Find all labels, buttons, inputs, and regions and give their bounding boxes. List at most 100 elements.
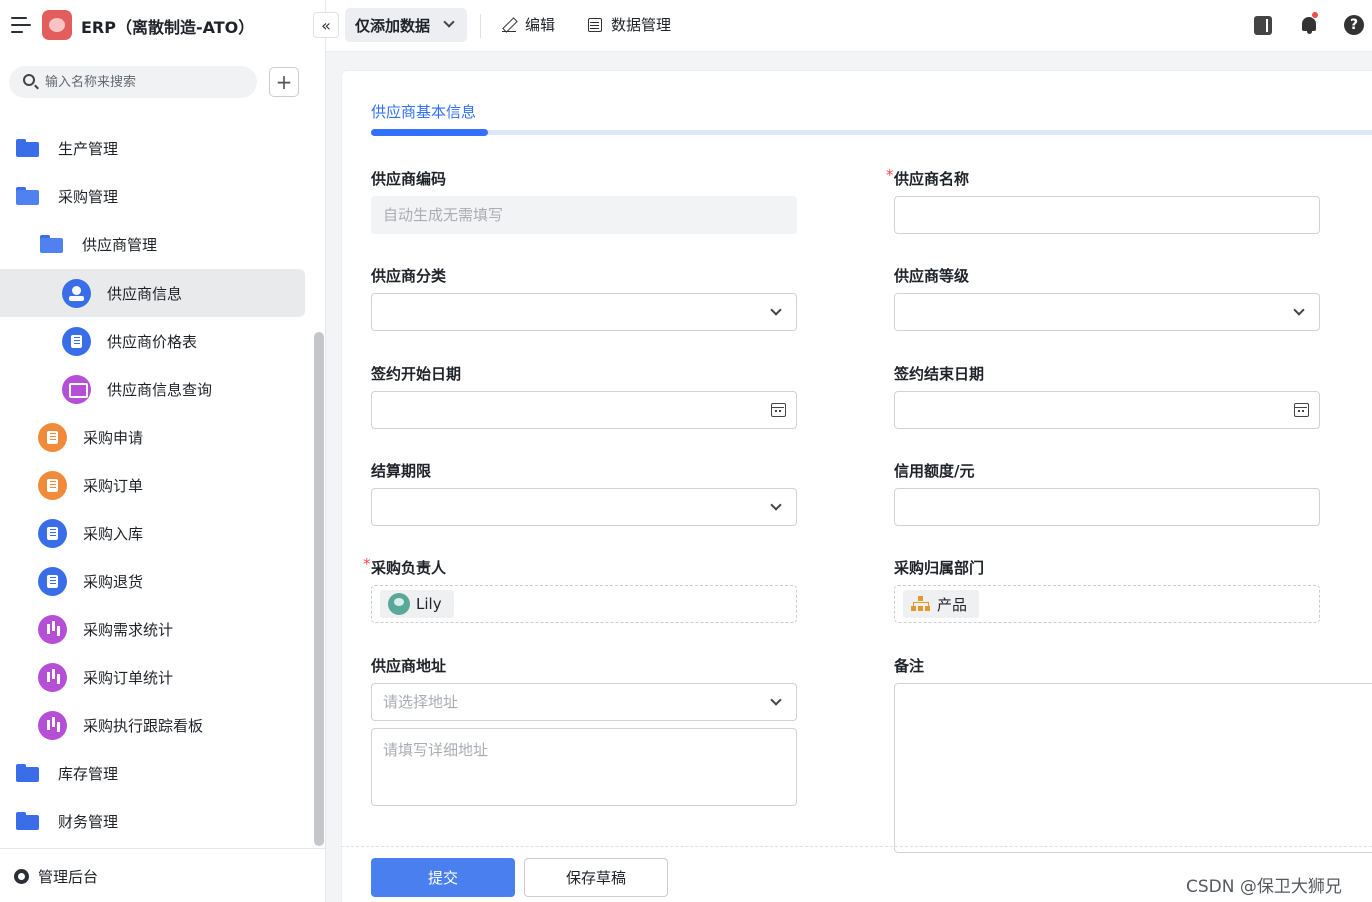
remark-input[interactable] bbox=[895, 684, 1372, 852]
address-detail-field bbox=[371, 728, 797, 806]
sidebar-item-purchase-request[interactable]: 采购申请 bbox=[0, 413, 305, 461]
supplier-name-input[interactable] bbox=[895, 197, 1319, 233]
sidebar-item-purchase-order[interactable]: 采购订单 bbox=[0, 461, 305, 509]
sidebar-item-supplier-price[interactable]: 供应商价格表 bbox=[0, 317, 305, 365]
edit-button[interactable]: 编辑 bbox=[502, 14, 555, 35]
gear-icon bbox=[14, 869, 29, 884]
admin-console-link[interactable]: 管理后台 bbox=[14, 866, 98, 887]
member-chip[interactable]: Lily bbox=[380, 590, 454, 618]
credit-limit-input[interactable] bbox=[895, 489, 1319, 525]
required-mark: * bbox=[886, 166, 894, 184]
member-name: Lily bbox=[416, 595, 442, 613]
sidebar-item-label: 供应商信息查询 bbox=[107, 380, 213, 399]
address-detail-input[interactable] bbox=[372, 729, 796, 805]
sidebar-item-demand-stats[interactable]: 采购需求统计 bbox=[0, 605, 305, 653]
avatar bbox=[388, 593, 410, 615]
watermark: CSDN @保卫大狮兄 bbox=[1186, 877, 1342, 897]
contract-start-datepicker[interactable] bbox=[371, 391, 797, 429]
save-draft-button[interactable]: 保存草稿 bbox=[524, 858, 668, 897]
sidebar-scrollbar[interactable] bbox=[314, 332, 324, 846]
sidebar-item-label: 采购执行跟踪看板 bbox=[83, 716, 204, 735]
sidebar-item-label: 库存管理 bbox=[58, 764, 119, 783]
required-mark: * bbox=[363, 555, 371, 573]
sidebar-item-execution-board[interactable]: 采购执行跟踪看板 bbox=[0, 701, 305, 749]
settlement-term-select[interactable] bbox=[371, 488, 797, 526]
contract-end-datepicker[interactable] bbox=[894, 391, 1320, 429]
sidebar-item-supplier-info[interactable]: 供应商信息 bbox=[0, 269, 305, 317]
remark-label: 备注 bbox=[894, 657, 925, 675]
search-icon bbox=[23, 74, 35, 86]
app-header: ERP（离散制造-ATO） bbox=[0, 0, 326, 52]
bar-chart-icon bbox=[38, 662, 67, 692]
sidebar: ERP（离散制造-ATO） + 生产管理 采购管理 供应商管理 供应商信息 供应… bbox=[0, 0, 326, 902]
department-picker[interactable]: 产品 bbox=[894, 585, 1320, 623]
folder-icon bbox=[16, 139, 39, 157]
data-manage-label: 数据管理 bbox=[611, 16, 672, 34]
supplier-name-field bbox=[894, 196, 1320, 234]
sidebar-item-label: 采购入库 bbox=[83, 524, 144, 543]
sidebar-item-label: 采购管理 bbox=[58, 187, 119, 206]
search-box bbox=[9, 66, 257, 98]
sidebar-item-order-stats[interactable]: 采购订单统计 bbox=[0, 653, 305, 701]
supplier-level-select[interactable] bbox=[894, 293, 1320, 331]
calendar-icon bbox=[1294, 403, 1309, 417]
sidebar-item-purchase-inbound[interactable]: 采购入库 bbox=[0, 509, 305, 557]
table-icon bbox=[588, 17, 602, 32]
add-button[interactable]: + bbox=[269, 67, 299, 97]
department-name: 产品 bbox=[937, 595, 968, 614]
purchaser-label-text: 采购负责人 bbox=[371, 559, 447, 577]
purchaser-member-picker[interactable]: Lily bbox=[371, 585, 797, 623]
pencil-icon bbox=[502, 18, 516, 32]
department-chip[interactable]: 产品 bbox=[903, 590, 980, 618]
sidebar-item-inventory[interactable]: 库存管理 bbox=[0, 749, 305, 797]
collapse-sidebar-button[interactable]: « bbox=[313, 12, 339, 38]
document-icon bbox=[38, 422, 67, 452]
document-icon bbox=[38, 566, 67, 596]
supplier-code-input bbox=[372, 197, 796, 233]
sidebar-item-purchase[interactable]: 采购管理 bbox=[0, 172, 305, 220]
address-label: 供应商地址 bbox=[371, 657, 447, 675]
sidebar-item-finance[interactable]: 财务管理 bbox=[0, 797, 305, 845]
folder-open-icon bbox=[16, 187, 39, 205]
contract-start-label: 签约开始日期 bbox=[371, 365, 462, 383]
notification-dot bbox=[1311, 11, 1319, 19]
bar-chart-icon bbox=[38, 710, 67, 740]
supplier-level-label: 供应商等级 bbox=[894, 267, 970, 285]
admin-label: 管理后台 bbox=[38, 868, 99, 886]
supplier-category-select[interactable] bbox=[371, 293, 797, 331]
footer-divider bbox=[341, 846, 1372, 847]
book-icon[interactable] bbox=[1254, 16, 1272, 35]
sidebar-item-supplier-query[interactable]: 供应商信息查询 bbox=[0, 365, 305, 413]
sidebar-item-label: 财务管理 bbox=[58, 812, 119, 831]
submit-button[interactable]: 提交 bbox=[371, 858, 515, 897]
mode-select-label: 仅添加数据 bbox=[355, 16, 431, 35]
department-label: 采购归属部门 bbox=[894, 559, 985, 577]
search-input[interactable] bbox=[45, 72, 245, 92]
supplier-category-label: 供应商分类 bbox=[371, 267, 447, 285]
document-icon bbox=[38, 518, 67, 548]
supplier-code-label: 供应商编码 bbox=[371, 170, 447, 188]
help-icon[interactable]: ? bbox=[1344, 15, 1364, 35]
hamburger-menu-icon[interactable] bbox=[11, 17, 31, 33]
mode-select[interactable]: 仅添加数据 bbox=[345, 8, 467, 42]
address-region-select[interactable] bbox=[371, 683, 797, 721]
screen-chart-icon bbox=[62, 374, 91, 404]
app-title: ERP（离散制造-ATO） bbox=[81, 18, 255, 37]
sidebar-divider bbox=[0, 848, 326, 849]
sidebar-item-label: 采购订单统计 bbox=[83, 668, 174, 687]
tab-supplier-basic-info[interactable]: 供应商基本信息 bbox=[371, 101, 476, 122]
supplier-name-label: * 供应商名称 bbox=[886, 166, 969, 189]
credit-limit-label: 信用额度/元 bbox=[894, 462, 975, 480]
sidebar-item-label: 供应商信息 bbox=[107, 284, 183, 303]
sidebar-item-production[interactable]: 生产管理 bbox=[0, 124, 305, 172]
sidebar-item-purchase-return[interactable]: 采购退货 bbox=[0, 557, 305, 605]
purchaser-label: * 采购负责人 bbox=[363, 555, 447, 578]
sidebar-item-supplier-management[interactable]: 供应商管理 bbox=[0, 220, 305, 268]
app-logo-icon bbox=[42, 10, 72, 40]
address-region-input[interactable] bbox=[372, 684, 796, 720]
data-manage-button[interactable]: 数据管理 bbox=[588, 14, 671, 35]
top-toolbar: 仅添加数据 编辑 数据管理 ? bbox=[326, 0, 1372, 52]
folder-icon bbox=[16, 812, 39, 830]
tab-track bbox=[371, 130, 1372, 135]
sidebar-item-label: 采购需求统计 bbox=[83, 620, 174, 639]
